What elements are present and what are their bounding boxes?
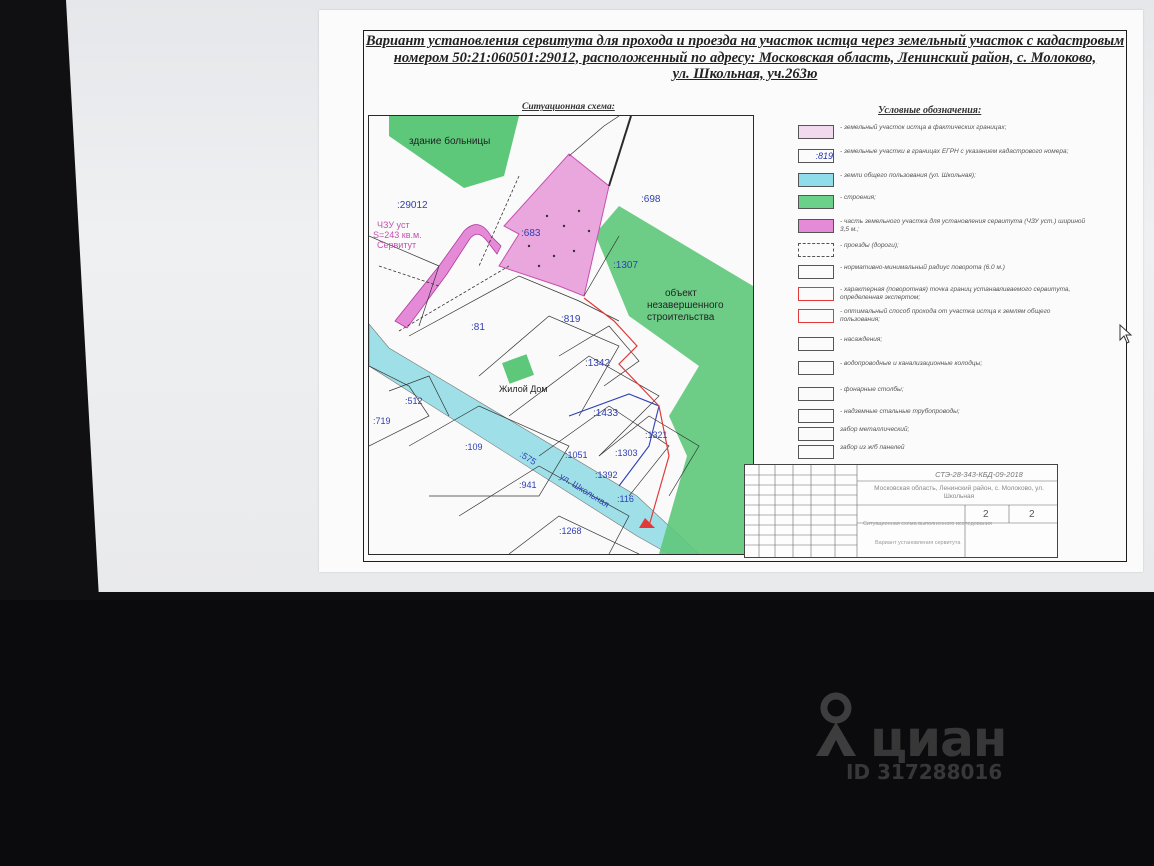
- legend-item-public-land: - земли общего пользования (ул. Школьная…: [784, 171, 1106, 189]
- label-parcel-1268: :1268: [559, 526, 582, 536]
- label-servitude-1: ЧЗУ уст: [377, 220, 410, 230]
- label-parcel-1342: :1342: [585, 358, 610, 369]
- label-parcel-698: :698: [641, 194, 661, 205]
- label-parcel-1321: :1321: [645, 430, 668, 440]
- stamp-sheets: 2: [1029, 509, 1035, 520]
- title-line-2: номером 50:21:060501:29012, расположенны…: [393, 49, 1097, 66]
- title-line-3: ул. Школьная, уч.263ю: [672, 66, 818, 82]
- legend-swatch: [798, 409, 834, 423]
- legend: - земельный участок истца в фактических …: [784, 123, 1106, 483]
- legend-swatch: [798, 195, 834, 209]
- label-unfinished-3: строительства: [647, 312, 715, 323]
- stamp-footnote-2: Вариант установления сервитута: [875, 540, 961, 546]
- hospital-building: [389, 116, 519, 188]
- title-block-stamp: СТЭ-28-343-КБД-09-2018 Московская област…: [744, 464, 1058, 558]
- document-title: Вариант установления сервитута для прохо…: [364, 33, 1126, 83]
- label-servitude-3: Сервитут: [377, 240, 416, 250]
- legend-text: - земельный участок истца в фактических …: [840, 124, 1007, 131]
- label-parcel-683: :683: [521, 228, 541, 239]
- label-parcel-109: :109: [465, 442, 483, 452]
- label-servitude-2: S=243 кв.м.: [373, 230, 422, 240]
- title-line-1: Вариант установления сервитута для прохо…: [365, 33, 1125, 49]
- legend-text: - часть земельного участка для установле…: [840, 218, 1086, 233]
- legend-item-buildings: - строения;: [784, 193, 1106, 211]
- monitor-screen: Вариант установления сервитута для прохо…: [0, 0, 1154, 600]
- house-building: [502, 354, 534, 384]
- legend-item-turn-radius: - нормативно-минимальный радиус поворота…: [784, 263, 1106, 281]
- label-parcel-941: :941: [519, 480, 537, 490]
- legend-text: - строения;: [840, 194, 876, 201]
- legend-text: - водопроводные и канализационные колодц…: [840, 360, 983, 367]
- label-parcel-719: :719: [373, 416, 391, 426]
- watermark: циан ID 317288016: [812, 692, 1052, 792]
- document-sheet: Вариант установления сервитута для прохо…: [319, 10, 1143, 572]
- legend-swatch: [798, 173, 834, 187]
- legend-text: - нормативно-минимальный радиус поворота…: [840, 264, 1005, 271]
- legend-swatch: [798, 265, 834, 279]
- legend-text: - характерная (поворотная) точка границ …: [840, 286, 1071, 301]
- legend-swatch: [798, 361, 834, 375]
- legend-item-trees: - насаждения;: [784, 335, 1106, 353]
- plaintiff-parcel: [498, 153, 610, 297]
- legend-swatch: [798, 337, 834, 351]
- legend-swatch: [798, 125, 834, 139]
- label-parcel-1307: :1307: [613, 260, 638, 271]
- document-frame: Вариант установления сервитута для прохо…: [363, 30, 1127, 562]
- legend-text: забор металлический;: [840, 426, 910, 433]
- legend-text: - проезды (дороги);: [840, 242, 899, 249]
- watermark-listing-id: ID 317288016: [846, 760, 1003, 784]
- legend-text: - фонарные столбы;: [840, 386, 904, 393]
- legend-text: - земельные участки в границах ЕГРН с ук…: [840, 148, 1069, 155]
- legend-item-wells: - водопроводные и канализационные колодц…: [784, 359, 1106, 377]
- legend-caption: Условные обозначения:: [878, 105, 982, 116]
- label-parcel-1433: :1433: [593, 408, 618, 419]
- label-parcel-512: :512: [405, 396, 423, 406]
- situational-map: здание больницы :29012 ЧЗУ уст S=243 кв.…: [368, 115, 754, 555]
- label-parcel-81: :81: [471, 322, 485, 333]
- label-parcel-1392: :1392: [595, 470, 618, 480]
- stamp-sheet: 2: [983, 509, 989, 520]
- label-unfinished-1: объект: [665, 287, 697, 299]
- legend-text: - оптимальный способ прохода от участка …: [840, 308, 1051, 323]
- legend-swatch: [798, 243, 834, 257]
- stamp-address: Московская область, Ленинский район, с. …: [874, 485, 1044, 500]
- legend-swatch: [798, 219, 834, 233]
- label-parcel-1303: :1303: [615, 448, 638, 458]
- legend-item-turn-point: - характерная (поворотная) точка границ …: [784, 285, 1106, 303]
- legend-item-pipelines: - надземные стальные трубопроводы;: [784, 407, 1106, 425]
- pipeline: [608, 116, 632, 187]
- legend-item-concrete-fence: забор из ж/б панелей: [784, 443, 1106, 461]
- legend-swatch: [798, 309, 834, 323]
- legend-swatch: :819: [798, 149, 834, 163]
- map-drawing: здание больницы :29012 ЧЗУ уст S=243 кв.…: [369, 116, 753, 554]
- stamp-footnote-1: Ситуационная схема выполненного исследов…: [863, 521, 992, 527]
- mouse-pointer-icon: [1119, 324, 1133, 344]
- legend-text: - насаждения;: [840, 336, 883, 343]
- legend-item-access-route: - оптимальный способ прохода от участка …: [784, 307, 1106, 325]
- legend-swatch: [798, 427, 834, 441]
- legend-swatch: [798, 445, 834, 459]
- label-parcel-29012: :29012: [397, 200, 428, 211]
- stamp-code: СТЭ-28-343-КБД-09-2018: [935, 470, 1023, 479]
- label-parcel-116: :116: [617, 494, 634, 504]
- legend-item-servitude: - часть земельного участка для установле…: [784, 217, 1106, 235]
- legend-item-plaintiff: - земельный участок истца в фактических …: [784, 123, 1106, 141]
- map-caption: Ситуационная схема:: [522, 102, 615, 112]
- label-house: Жилой Дом: [499, 384, 548, 394]
- legend-text: - надземные стальные трубопроводы;: [840, 408, 960, 415]
- label-parcel-1051: :1051: [565, 450, 588, 460]
- legend-swatch: [798, 387, 834, 401]
- legend-item-roads: - проезды (дороги);: [784, 241, 1106, 259]
- legend-text: забор из ж/б панелей: [840, 444, 905, 451]
- legend-item-metal-fence: забор металлический;: [784, 425, 1106, 443]
- legend-item-egrn: :819 - земельные участки в границах ЕГРН…: [784, 147, 1106, 165]
- cian-logo-icon: [816, 692, 856, 756]
- legend-item-lampposts: - фонарные столбы;: [784, 385, 1106, 403]
- legend-swatch: [798, 287, 834, 301]
- label-unfinished-2: незавершенного: [647, 300, 724, 311]
- legend-text: - земли общего пользования (ул. Школьная…: [840, 172, 976, 179]
- label-parcel-819: :819: [561, 314, 581, 325]
- label-hospital: здание больницы: [409, 135, 490, 147]
